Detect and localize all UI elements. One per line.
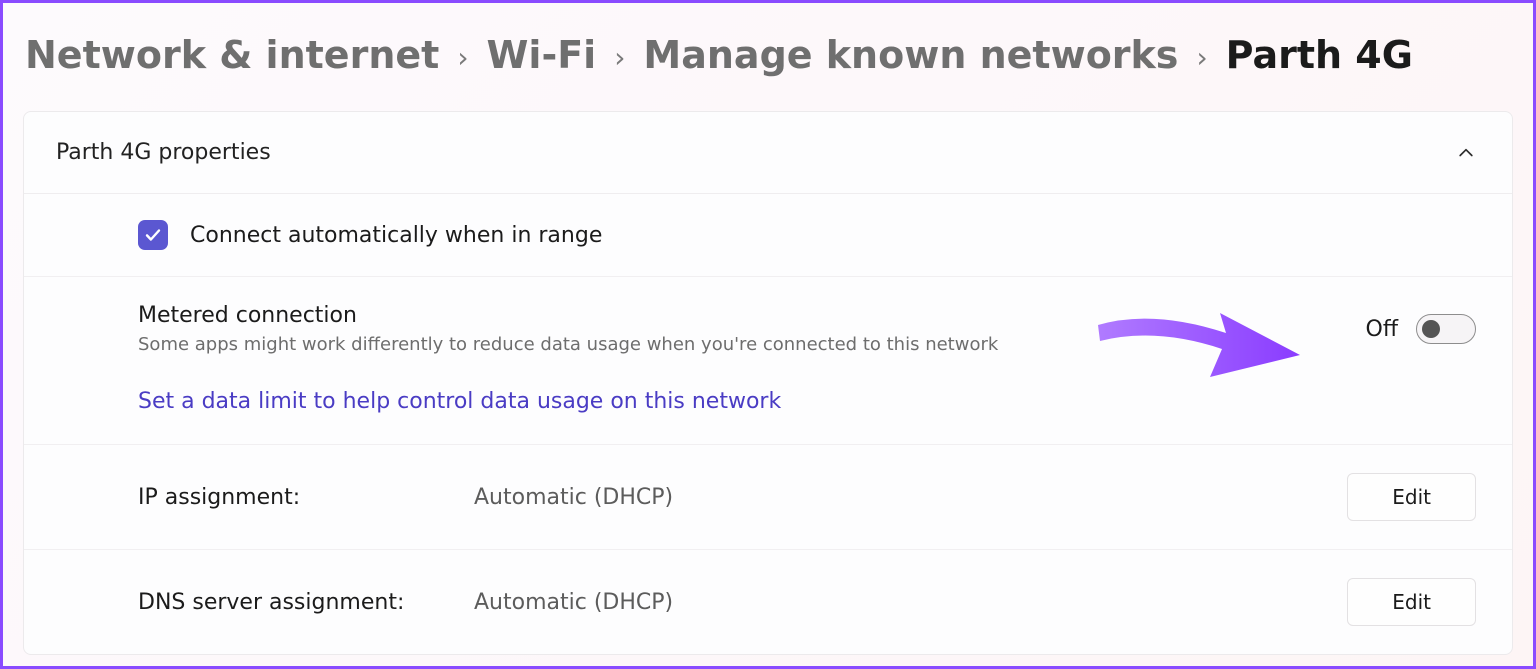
metered-toggle-state: Off: [1366, 317, 1398, 342]
properties-header[interactable]: Parth 4G properties: [24, 112, 1512, 194]
metered-subtitle: Some apps might work differently to redu…: [138, 334, 998, 355]
breadcrumb-current: Parth 4G: [1226, 33, 1413, 77]
dns-assignment-label: DNS server assignment:: [138, 590, 474, 615]
ip-assignment-value: Automatic (DHCP): [474, 485, 1347, 510]
ip-assignment-edit-button[interactable]: Edit: [1347, 473, 1476, 521]
metered-connection-row: Metered connection Some apps might work …: [24, 277, 1512, 445]
metered-title: Metered connection: [138, 303, 998, 328]
data-limit-link[interactable]: Set a data limit to help control data us…: [138, 389, 781, 414]
breadcrumb-network-internet[interactable]: Network & internet: [25, 33, 439, 77]
connect-auto-checkbox[interactable]: [138, 220, 168, 250]
chevron-right-icon: ›: [1196, 41, 1207, 74]
connect-auto-row: Connect automatically when in range: [24, 194, 1512, 277]
chevron-right-icon: ›: [614, 41, 625, 74]
dns-assignment-row: DNS server assignment: Automatic (DHCP) …: [24, 550, 1512, 654]
ip-assignment-label: IP assignment:: [138, 485, 474, 510]
dns-assignment-edit-button[interactable]: Edit: [1347, 578, 1476, 626]
breadcrumb-wifi[interactable]: Wi-Fi: [487, 33, 597, 77]
chevron-up-icon: [1456, 143, 1476, 163]
ip-assignment-row: IP assignment: Automatic (DHCP) Edit: [24, 445, 1512, 550]
connect-auto-label: Connect automatically when in range: [190, 223, 602, 248]
properties-panel: Parth 4G properties Connect automaticall…: [23, 111, 1513, 655]
metered-toggle[interactable]: [1416, 314, 1476, 344]
chevron-right-icon: ›: [457, 41, 468, 74]
properties-title: Parth 4G properties: [56, 140, 271, 165]
check-icon: [144, 226, 162, 244]
dns-assignment-value: Automatic (DHCP): [474, 590, 1347, 615]
breadcrumb: Network & internet › Wi-Fi › Manage know…: [3, 3, 1533, 111]
toggle-knob-icon: [1422, 320, 1440, 338]
breadcrumb-manage-known-networks[interactable]: Manage known networks: [643, 33, 1178, 77]
